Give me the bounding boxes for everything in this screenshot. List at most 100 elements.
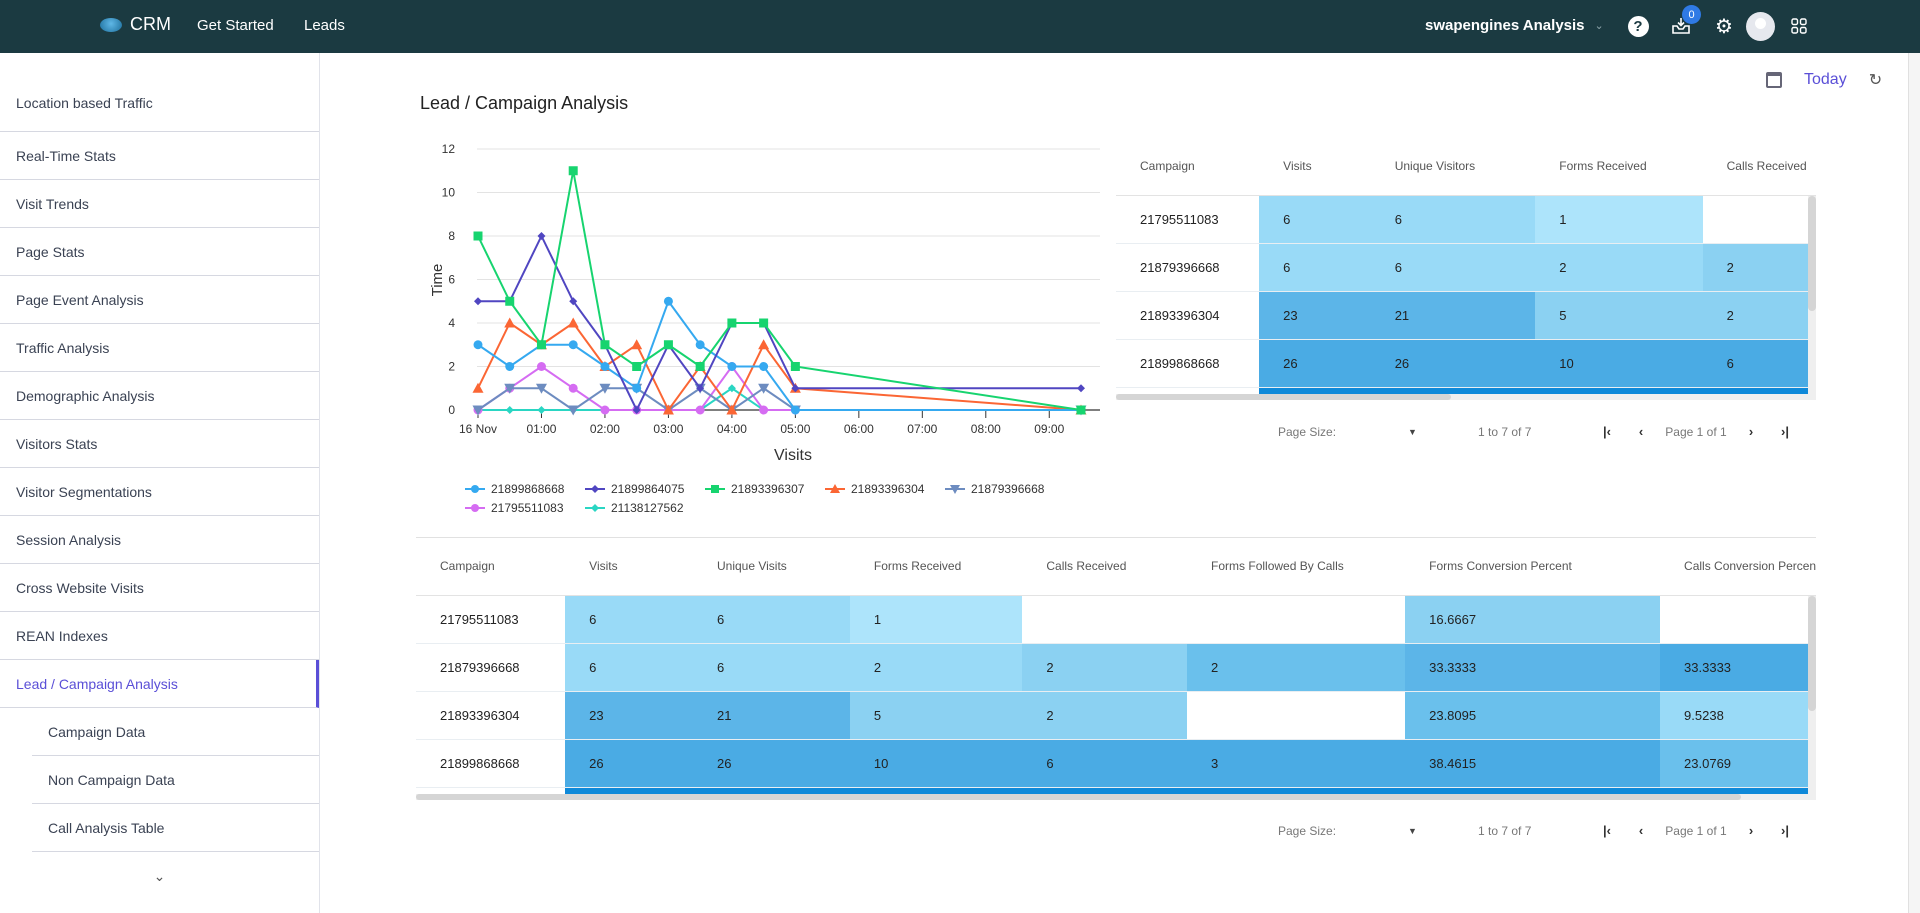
data-point[interactable] [505, 406, 514, 414]
data-point[interactable] [537, 406, 546, 414]
table-row[interactable]: 21893396304 23 21 5 2 [1116, 292, 1816, 340]
data-point[interactable] [537, 232, 546, 240]
nav-get-started[interactable]: Get Started [197, 17, 274, 34]
column-header[interactable]: Campaign [416, 559, 565, 573]
sidebar-item-visitors-stats[interactable]: Visitors Stats [0, 420, 319, 468]
legend-item[interactable]: 21879396668 [945, 482, 1045, 496]
sidebar-subitem-campaign-data[interactable]: Campaign Data [32, 708, 319, 756]
legend-marker-icon[interactable] [711, 485, 719, 493]
data-point[interactable] [632, 383, 642, 393]
data-point[interactable] [631, 339, 643, 350]
sidebar-item-page-event-analysis[interactable]: Page Event Analysis [0, 276, 319, 324]
sidebar-item-page-stats[interactable]: Page Stats [0, 228, 319, 276]
column-header[interactable]: Campaign [1116, 159, 1259, 173]
next-page-icon[interactable]: › [1734, 424, 1768, 439]
data-point[interactable] [473, 231, 483, 241]
data-point[interactable] [695, 340, 705, 350]
data-point[interactable] [663, 340, 673, 350]
sidebar-item-location-based-traffic[interactable]: Location based Traffic [0, 92, 319, 132]
column-header[interactable]: Forms Followed By Calls [1187, 559, 1405, 573]
page-size-dropdown[interactable]: ▼ [1408, 826, 1478, 836]
horizontal-scrollbar[interactable] [1116, 394, 1816, 400]
sidebar-item-visit-trends[interactable]: Visit Trends [0, 180, 319, 228]
sidebar-item-visitor-segmentations[interactable]: Visitor Segmentations [0, 468, 319, 516]
page-scrollbar[interactable] [1908, 53, 1920, 913]
data-point[interactable] [759, 405, 769, 415]
column-header[interactable]: Calls Conversion Percent [1660, 559, 1816, 573]
data-point[interactable] [473, 340, 483, 350]
sidebar-item-traffic-analysis[interactable]: Traffic Analysis [0, 324, 319, 372]
table-row[interactable]: 21795511083 6 6 1 16.6667 [416, 596, 1816, 644]
chevron-down-icon[interactable]: ⌄ [0, 852, 319, 900]
column-header[interactable]: Forms Received [1535, 159, 1702, 173]
data-point[interactable] [758, 383, 770, 394]
sidebar-item-rean-indexes[interactable]: REAN Indexes [0, 612, 319, 660]
legend-marker-icon[interactable] [591, 504, 599, 512]
data-point[interactable] [568, 383, 578, 393]
data-point[interactable] [759, 362, 769, 371]
legend-item[interactable]: 21893396307 [705, 482, 805, 496]
data-point[interactable] [472, 382, 484, 393]
data-point[interactable] [663, 296, 673, 306]
column-header[interactable]: Forms Received [850, 559, 1022, 573]
next-page-icon[interactable]: › [1734, 823, 1768, 838]
data-point[interactable] [759, 318, 769, 328]
sidebar-item-real-time-stats[interactable]: Real-Time Stats [0, 132, 319, 180]
data-point[interactable] [695, 405, 705, 415]
data-point[interactable] [790, 362, 800, 371]
sidebar-item-cross-website-visits[interactable]: Cross Website Visits [0, 564, 319, 612]
prev-page-icon[interactable]: ‹ [1624, 823, 1658, 838]
column-header[interactable]: Forms Conversion Percent [1405, 559, 1660, 573]
table-row[interactable]: 21893396304 23 21 5 2 23.8095 9.5238 [416, 692, 1816, 740]
data-point[interactable] [536, 362, 546, 371]
horizontal-scrollbar[interactable] [416, 794, 1816, 800]
legend-marker-icon[interactable] [471, 504, 479, 512]
sidebar-subitem-call-analysis-table[interactable]: Call Analysis Table [32, 804, 319, 852]
vertical-scrollbar[interactable] [1808, 196, 1816, 400]
calendar-icon[interactable] [1766, 72, 1782, 88]
data-point[interactable] [1077, 384, 1085, 393]
legend-item[interactable]: 21899868668 [465, 482, 565, 496]
prev-page-icon[interactable]: ‹ [1624, 424, 1658, 439]
data-point[interactable] [695, 362, 705, 371]
data-point[interactable] [568, 166, 578, 176]
data-point[interactable] [727, 362, 737, 371]
column-header[interactable]: Visits [565, 559, 693, 573]
table-row[interactable]: 21899868668 26 26 10 6 3 38.4615 23.0769 [416, 740, 1816, 788]
sidebar-item-lead-campaign-analysis[interactable]: Lead / Campaign Analysis [0, 660, 319, 708]
data-point[interactable] [536, 340, 546, 350]
data-point[interactable] [600, 340, 610, 350]
data-point[interactable] [505, 362, 515, 371]
column-header[interactable]: Unique Visitors [1371, 159, 1536, 173]
table-row[interactable]: 21899868668 26 26 10 6 [1116, 340, 1816, 388]
workspace-selector[interactable]: swapengines Analysis ⌄ [1425, 17, 1604, 34]
apps-grid-icon[interactable] [1788, 15, 1810, 37]
data-point[interactable] [727, 318, 737, 328]
date-range-today[interactable]: Today [1804, 71, 1847, 89]
legend-item[interactable]: 21795511083 [465, 501, 564, 515]
column-header[interactable]: Calls Received [1703, 159, 1816, 173]
nav-leads[interactable]: Leads [304, 17, 345, 34]
table-row[interactable]: 21879396668 6 6 2 2 [1116, 244, 1816, 292]
first-page-icon[interactable]: |‹ [1590, 823, 1624, 838]
sidebar-item-session-analysis[interactable]: Session Analysis [0, 516, 319, 564]
table-row[interactable]: 21879396668 6 6 2 2 2 33.3333 33.3333 [416, 644, 1816, 692]
brand[interactable]: CRM [100, 14, 171, 35]
page-size-dropdown[interactable]: ▼ [1408, 427, 1478, 437]
data-point[interactable] [568, 340, 578, 350]
data-point[interactable] [600, 405, 610, 415]
first-page-icon[interactable]: |‹ [1590, 424, 1624, 439]
vertical-scrollbar[interactable] [1808, 596, 1816, 800]
gear-icon[interactable]: ⚙ [1713, 15, 1735, 38]
column-header[interactable]: Calls Received [1022, 559, 1187, 573]
table-row[interactable]: 21795511083 6 6 1 [1116, 196, 1816, 244]
data-point[interactable] [790, 405, 800, 415]
legend-marker-icon[interactable] [471, 485, 479, 493]
help-icon[interactable]: ? [1627, 15, 1649, 37]
legend-item[interactable]: 21138127562 [585, 501, 684, 515]
column-header[interactable]: Unique Visits [693, 559, 850, 573]
legend-item[interactable]: 21899864075 [585, 482, 685, 496]
data-point[interactable] [758, 339, 770, 350]
data-point[interactable] [632, 362, 642, 371]
avatar[interactable] [1746, 12, 1775, 41]
